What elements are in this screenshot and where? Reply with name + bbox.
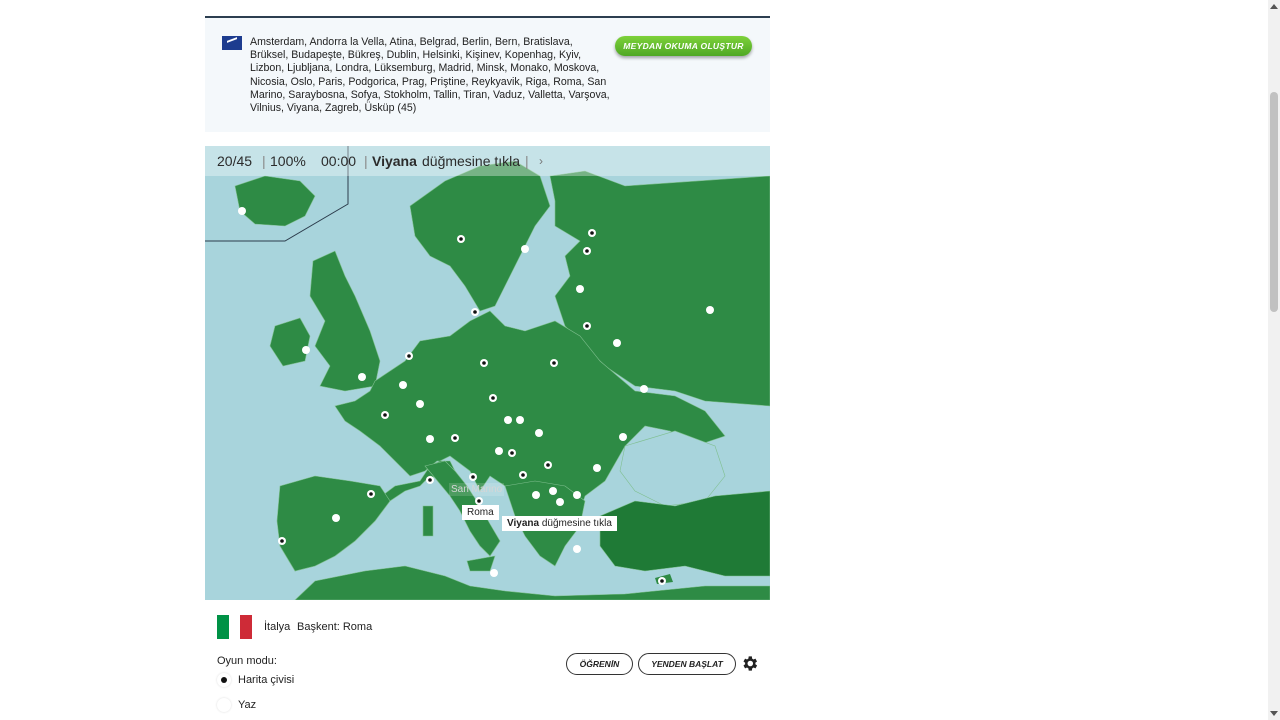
city-pin[interactable] <box>416 400 424 408</box>
status-separator: | <box>525 153 529 169</box>
gear-icon[interactable] <box>740 654 759 673</box>
map-canvas[interactable] <box>205 146 770 600</box>
britain-shape[interactable] <box>309 250 381 392</box>
city-pin[interactable] <box>238 207 246 215</box>
city-pin[interactable] <box>619 433 627 441</box>
accuracy-value: 100% <box>270 153 306 169</box>
city-pin-answered <box>477 499 481 503</box>
city-pin-answered <box>407 354 411 358</box>
city-pin[interactable] <box>426 435 434 443</box>
city-pin-answered <box>459 237 463 241</box>
target-city: Viyana <box>372 153 417 169</box>
italy-flag-icon <box>217 615 252 639</box>
city-pin[interactable] <box>399 381 407 389</box>
page-scrollbar[interactable] <box>1268 0 1280 720</box>
city-pin[interactable] <box>706 306 714 314</box>
turkey-shape[interactable] <box>599 490 770 577</box>
city-pin-answered <box>428 478 432 482</box>
city-pin[interactable] <box>593 464 601 472</box>
city-pin[interactable] <box>573 491 581 499</box>
chevron-right-icon[interactable]: › <box>539 146 543 176</box>
sicily-shape[interactable] <box>466 555 496 572</box>
city-pin[interactable] <box>358 373 366 381</box>
city-pin-answered <box>471 475 475 479</box>
prompt-text: düğmesine tıkla <box>422 153 521 169</box>
sardinia-shape[interactable] <box>422 505 434 537</box>
status-separator: | <box>262 153 266 169</box>
city-pin-answered <box>383 413 387 417</box>
city-pin-answered <box>482 361 486 365</box>
city-pin-answered <box>521 473 525 477</box>
city-pin-answered <box>473 310 477 314</box>
north-africa-shape[interactable] <box>294 565 770 600</box>
cursor-tooltip: Viyana düğmesine tıkla <box>502 516 617 531</box>
scroll-up-icon[interactable] <box>1270 4 1278 9</box>
city-pin-answered <box>280 539 284 543</box>
mode-option-label[interactable]: Yaz <box>238 699 256 711</box>
city-pin[interactable] <box>332 514 340 522</box>
city-pin[interactable] <box>504 416 512 424</box>
city-pin[interactable] <box>535 429 543 437</box>
city-pin[interactable] <box>573 545 581 553</box>
quiz-status-bar: 20/45 | 100% 00:00 | Viyana düğmesine tı… <box>205 146 770 176</box>
city-list: Amsterdam, Andorra la Vella, Atina, Belg… <box>250 36 610 115</box>
city-pin[interactable] <box>576 285 584 293</box>
city-pin-answered <box>552 361 556 365</box>
city-pin[interactable] <box>495 447 503 455</box>
country-name: İtalya <box>264 621 291 633</box>
city-pin[interactable] <box>556 498 564 506</box>
city-pin-answered <box>453 436 457 440</box>
timer-value: 00:00 <box>321 153 357 169</box>
black-sea-shape <box>619 430 726 507</box>
restart-button[interactable]: YENDEN BAŞLAT <box>638 653 736 675</box>
tooltip-suffix: düğmesine tıkla <box>541 518 612 529</box>
scandinavia-shape[interactable] <box>409 160 551 312</box>
city-pin-answered <box>660 579 664 583</box>
selected-country-info: İtalya Başkent: Roma <box>217 615 617 639</box>
progress-counter: 20/45 <box>217 153 253 169</box>
city-pin[interactable] <box>532 491 540 499</box>
city-pin-answered <box>585 249 589 253</box>
tooltip-city: Viyana <box>507 518 540 529</box>
learn-button[interactable]: ÖĞRENİN <box>566 653 633 675</box>
city-pin-answered <box>491 396 495 400</box>
iberia-shape[interactable] <box>276 475 391 572</box>
city-pin[interactable] <box>490 569 498 577</box>
scroll-down-icon[interactable] <box>1270 711 1278 716</box>
city-pin[interactable] <box>549 487 557 495</box>
city-pin[interactable] <box>516 416 524 424</box>
quiz-info-box: Amsterdam, Andorra la Vella, Atina, Belg… <box>205 18 770 132</box>
europe-map[interactable]: 20/45 | 100% 00:00 | Viyana düğmesine tı… <box>205 146 770 600</box>
mode-option-label[interactable]: Harita çivisi <box>238 674 294 686</box>
make-quiz-button[interactable]: MEYDAN OKUMA OLUŞTUR <box>615 36 752 56</box>
capital-name: Başkent: Roma <box>297 621 373 633</box>
status-separator: | <box>364 153 368 169</box>
mode-option-pin[interactable]: Harita çivisi <box>217 673 367 689</box>
city-pin[interactable] <box>640 385 648 393</box>
city-pin-answered <box>585 324 589 328</box>
radio-button[interactable] <box>217 698 231 712</box>
iceland-shape[interactable] <box>234 175 316 227</box>
radio-button-selected[interactable] <box>217 673 231 687</box>
city-pin[interactable] <box>521 245 529 253</box>
city-pin-answered <box>369 492 373 496</box>
city-pin[interactable] <box>613 339 621 347</box>
scroll-thumb[interactable] <box>1270 92 1278 312</box>
city-pin[interactable] <box>302 346 310 354</box>
city-hover-label: Roma <box>462 505 499 520</box>
city-pin-answered <box>590 231 594 235</box>
hover-ghost-label: San Marino <box>449 483 505 496</box>
ireland-shape[interactable] <box>269 317 311 367</box>
game-mode-label: Oyun modu: <box>217 655 277 667</box>
mode-option-type[interactable]: Yaz <box>217 698 367 714</box>
city-pin-answered <box>546 463 550 467</box>
city-pin-answered <box>510 451 514 455</box>
eu-flag-icon <box>222 36 242 50</box>
